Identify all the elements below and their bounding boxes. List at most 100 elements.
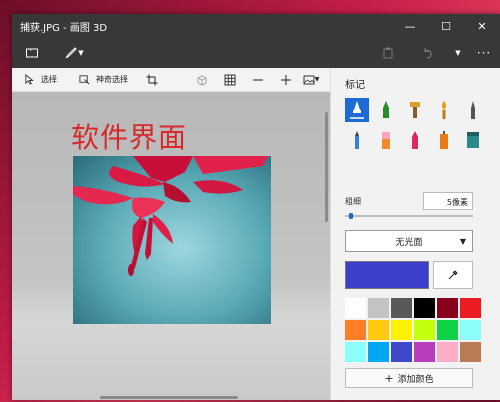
magic-select-label: 神奇选择 (96, 75, 128, 84)
undo-icon (424, 48, 432, 59)
zoom-in-button[interactable] (272, 68, 300, 92)
cube-icon (197, 74, 207, 86)
view-3d-button[interactable] (188, 68, 216, 92)
thickness-slider[interactable] (345, 215, 473, 217)
vertical-scrollbar[interactable] (325, 112, 328, 222)
chevron-down-icon: ▼ (314, 76, 320, 83)
oil-brush-button[interactable] (403, 98, 427, 122)
palette-swatch[interactable] (345, 320, 366, 340)
chevron-down-icon: ▼ (78, 49, 84, 57)
palette-swatch[interactable] (460, 342, 481, 362)
chevron-down-icon: ▼ (459, 237, 466, 246)
select-button[interactable]: 选择 (18, 68, 63, 92)
palette-swatch[interactable] (414, 320, 435, 340)
finish-value: 无光面 (395, 237, 423, 248)
chevron-down-icon: ▼ (455, 49, 461, 57)
brush-icon (65, 47, 78, 59)
cursor-icon (25, 74, 34, 85)
pencil-button[interactable] (345, 128, 369, 152)
add-color-button[interactable]: + 添加颜色 (345, 368, 473, 388)
thickness-input[interactable]: 5像素 (423, 192, 473, 210)
watercolor-button[interactable] (432, 98, 456, 122)
calligraphy-pen-button[interactable] (374, 98, 398, 122)
undo-button[interactable] (408, 38, 448, 68)
window-title: 捕获.JPG - 画图 3D (20, 22, 108, 34)
grid-icon (224, 74, 236, 85)
image-icon (303, 75, 315, 84)
magic-select-icon (79, 75, 90, 85)
palette-swatch[interactable] (437, 320, 458, 340)
palette-swatch[interactable] (345, 298, 366, 318)
palette-swatch[interactable] (391, 320, 412, 340)
palette-swatch[interactable] (368, 342, 389, 362)
spray-can-icon (440, 131, 448, 149)
eraser-button[interactable] (374, 128, 398, 152)
plus-icon: + (384, 371, 394, 385)
command-bar: ▼ ▼ ··· (12, 38, 500, 68)
palette-swatch[interactable] (437, 342, 458, 362)
minimize-button[interactable]: — (392, 14, 428, 38)
canvas-image[interactable] (73, 156, 271, 324)
palette-swatch[interactable] (391, 342, 412, 362)
spray-can-button[interactable] (432, 128, 456, 152)
thickness-slider-thumb[interactable] (349, 213, 353, 219)
minus-icon (253, 79, 263, 80)
oil-brush-icon (410, 102, 420, 118)
menu-button[interactable] (12, 38, 52, 68)
current-color-swatch[interactable] (345, 261, 429, 289)
zoom-out-button[interactable] (244, 68, 272, 92)
palette-swatch[interactable] (460, 320, 481, 340)
palette-swatch[interactable] (437, 298, 458, 318)
close-button[interactable]: ✕ (464, 14, 500, 38)
calligraphy-pen-icon (383, 101, 389, 118)
paint3d-window: 捕获.JPG - 画图 3D — ☐ ✕ ▼ ▼ ··· 选择 神奇选择 ▼ 软… (12, 14, 500, 400)
marker-icon (350, 101, 364, 119)
crayon-button[interactable] (403, 128, 427, 152)
title-bar: 捕获.JPG - 画图 3D — ☐ ✕ (12, 14, 500, 38)
palette-swatch[interactable] (368, 298, 389, 318)
paste-icon (383, 47, 393, 59)
brush-grid (345, 98, 485, 152)
horizontal-scrollbar[interactable] (100, 396, 238, 399)
canvas-text[interactable]: 软件界面 (71, 116, 187, 156)
crayon-icon (412, 131, 418, 149)
crop-button[interactable] (138, 68, 166, 92)
finish-dropdown[interactable]: 无光面 ▼ (345, 230, 473, 252)
palette-swatch[interactable] (414, 298, 435, 318)
magic-select-button[interactable]: 神奇选择 (73, 68, 134, 92)
add-color-label: 添加颜色 (397, 374, 434, 385)
palette-swatch[interactable] (414, 342, 435, 362)
eyedropper-button[interactable] (433, 261, 473, 289)
paste-button[interactable] (368, 38, 408, 68)
grid-button[interactable] (216, 68, 244, 92)
plus-icon (281, 74, 291, 85)
fill-icon (467, 132, 479, 148)
palette-swatch[interactable] (368, 320, 389, 340)
palette-swatch[interactable] (460, 298, 481, 318)
canvas-area[interactable]: 软件界面 (12, 92, 330, 400)
palette-swatch[interactable] (345, 342, 366, 362)
image-options-button[interactable]: ▼ (300, 68, 322, 92)
panel-title: 标记 (345, 80, 365, 91)
folder-icon (26, 48, 38, 58)
canvas-toolbar: 选择 神奇选择 ▼ (12, 68, 330, 92)
eraser-icon (382, 132, 390, 149)
maximize-button[interactable]: ☐ (428, 14, 464, 38)
crop-icon (146, 74, 158, 85)
more-button[interactable]: ··· (468, 38, 500, 68)
flower-image (73, 156, 271, 324)
palette-swatch[interactable] (391, 298, 412, 318)
marker-brush-button[interactable] (345, 98, 369, 122)
pixel-pen-icon (471, 101, 475, 119)
fill-button[interactable] (461, 128, 485, 152)
side-panel: 标记 粗细 5像素 无光面 ▼ + 添加颜色 (330, 68, 500, 400)
history-dropdown[interactable]: ▼ (448, 38, 468, 68)
pixel-pen-button[interactable] (461, 98, 485, 122)
more-icon: ··· (476, 46, 492, 60)
select-label: 选择 (41, 75, 57, 84)
brushes-tab-button[interactable]: ▼ (52, 38, 96, 68)
thickness-label: 粗细 (345, 197, 361, 206)
pencil-icon (355, 131, 359, 149)
eyedropper-icon (448, 270, 458, 280)
color-palette (345, 298, 481, 362)
